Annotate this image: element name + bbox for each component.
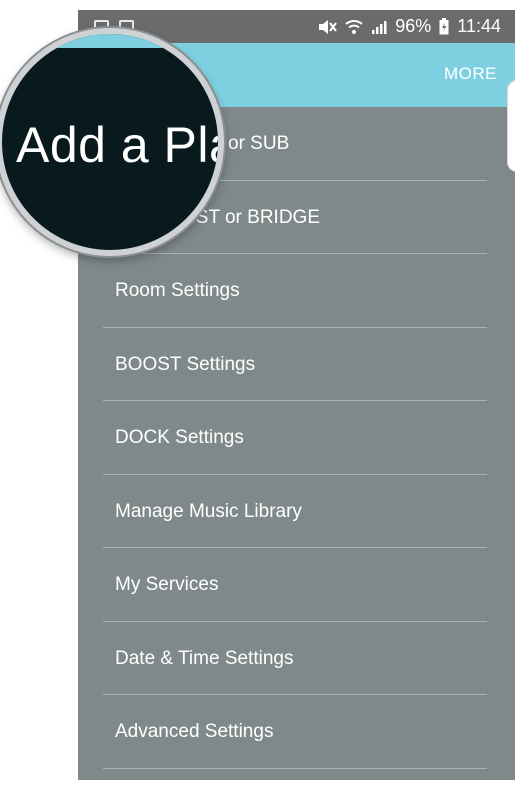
menu-item-label: Advanced Settings	[115, 721, 274, 742]
more-button[interactable]: MORE	[444, 64, 497, 84]
menu-item-label: Manage Music Library	[115, 500, 302, 522]
menu-item-boost-settings[interactable]: BOOST Settings	[78, 328, 515, 402]
menu-item-label: DOCK Settings	[115, 427, 244, 448]
menu-item-label: Date & Time Settings	[115, 647, 294, 669]
mute-icon	[319, 19, 338, 34]
magnifier-header-strip	[2, 34, 218, 48]
menu-item-my-services[interactable]: My Services	[78, 548, 515, 622]
magnified-text: Add a Pla	[16, 117, 224, 173]
signal-icon	[372, 20, 387, 34]
battery-percent: 96%	[395, 16, 432, 36]
menu-item-dock-settings[interactable]: DOCK Settings	[78, 401, 515, 475]
menu-item-label: or SUB	[228, 133, 290, 154]
menu-item-room-settings[interactable]: Room Settings	[78, 254, 515, 328]
menu-item-label: Room Settings	[115, 280, 240, 301]
menu-item-label: My Services	[115, 574, 219, 595]
menu-item-advanced-settings[interactable]: Advanced Settings	[78, 695, 515, 769]
wifi-icon	[345, 19, 363, 34]
menu-item-date-time-settings[interactable]: Date & Time Settings	[78, 622, 515, 696]
clock: 11:44	[457, 16, 501, 36]
magnifier-overlay: Add a Pla	[0, 28, 224, 256]
menu-item-label: OST or BRIDGE	[181, 206, 321, 228]
side-drawer-handle[interactable]	[507, 80, 515, 172]
menu-item-manage-music-library[interactable]: Manage Music Library	[78, 475, 515, 549]
battery-icon	[439, 18, 449, 35]
menu-item-label: BOOST Settings	[115, 353, 256, 375]
